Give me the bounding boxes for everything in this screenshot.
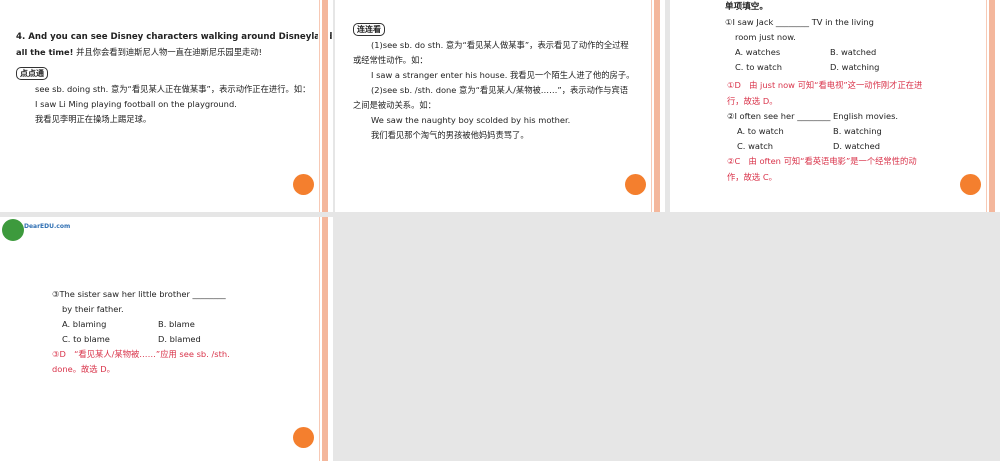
- question-3-cont: by their father.: [62, 304, 124, 314]
- option: C. to watch: [735, 62, 782, 72]
- title-cn: 并且你会看到迪斯尼人物一直在迪斯尼乐园里走动!: [76, 47, 262, 57]
- text-line: (2)see sb. /sth. done 意为“看见某人/某物被……”，表示动…: [371, 85, 629, 95]
- question-3: ③The sister saw her little brother _____…: [52, 289, 226, 299]
- text-line: see sb. doing sth. 意为“看见某人正在做某事”，表示动作正在进…: [35, 84, 311, 94]
- decorative-stripe: [318, 217, 330, 461]
- text-line: 或经常性动作。如：: [353, 55, 428, 65]
- option: A. to watch: [737, 126, 784, 136]
- option: A. blaming: [62, 319, 107, 329]
- text-line: (1)see sb. do sth. 意为“看见某人做某事”，表示看见了动作的全…: [371, 40, 629, 50]
- question-2: ②I often see her ________ English movies…: [727, 111, 899, 121]
- answer-3: ③D “看见某人/某物被……”应用 see sb. /sth.: [52, 349, 230, 359]
- option: B. blame: [158, 319, 195, 329]
- text-line: I saw a stranger enter his house. 我看见一个陌…: [371, 70, 635, 80]
- question-1: ①I saw Jack ________ TV in the living: [725, 17, 874, 27]
- option: D. blamed: [158, 334, 201, 344]
- option: B. watched: [830, 47, 877, 57]
- text-line: 之间是被动关系。如：: [353, 100, 436, 110]
- text-line: I saw Li Ming playing football on the pl…: [35, 99, 237, 109]
- slide-1[interactable]: 4. And you can see Disney characters wal…: [0, 0, 333, 212]
- dearedu-logo: DearEDU.com: [2, 219, 72, 241]
- question-1-cont: room just now.: [735, 32, 796, 42]
- orange-dot-icon: [960, 174, 981, 195]
- slide-3[interactable]: 单项填空。 ①I saw Jack ________ TV in the liv…: [670, 0, 1000, 212]
- option: D. watching: [830, 62, 880, 72]
- option: B. watching: [833, 126, 882, 136]
- tag-label: 连连看: [353, 23, 385, 36]
- orange-dot-icon: [293, 427, 314, 448]
- option: D. watched: [833, 141, 880, 151]
- decorative-stripe: [985, 0, 997, 212]
- option: C. watch: [737, 141, 774, 151]
- orange-dot-icon: [293, 174, 314, 195]
- option: A. watches: [735, 47, 781, 57]
- decorative-stripe: [318, 0, 330, 212]
- title-en2: all the time!: [16, 47, 74, 57]
- title-line2: all the time! 并且你会看到迪斯尼人物一直在迪斯尼乐园里走动!: [16, 45, 262, 60]
- slide-2[interactable]: 连连看 (1)see sb. do sth. 意为“看见某人做某事”，表示看见了…: [335, 0, 665, 212]
- answer-2: ②C 由 often 可知“看英语电影”是一个经常性的动: [727, 156, 917, 166]
- text-line: 我看见李明正在操场上踢足球。: [35, 114, 152, 124]
- title-en: 4. And you can see Disney characters wal…: [16, 32, 333, 42]
- answer-2-cont: 作，故选 C。: [727, 172, 777, 182]
- text-line: We saw the naughty boy scolded by his mo…: [371, 115, 571, 125]
- answer-1-cont: 行，故选 D。: [727, 96, 778, 106]
- orange-dot-icon: [625, 174, 646, 195]
- tag-label: 点点通: [16, 67, 48, 80]
- answer-3-cont: done。故选 D。: [52, 364, 115, 374]
- answer-1: ①D 由 just now 可知“看电视”这一动作刚才正在进: [727, 80, 923, 90]
- logo-text: DearEDU.com: [24, 223, 71, 230]
- option: C. to blame: [62, 334, 110, 344]
- heading: 单项填空。: [725, 2, 768, 12]
- decorative-stripe: [650, 0, 662, 212]
- slide-4[interactable]: DearEDU.com ③The sister saw her little b…: [0, 217, 333, 461]
- text-line: 我们看见那个淘气的男孩被他妈妈责骂了。: [371, 130, 529, 140]
